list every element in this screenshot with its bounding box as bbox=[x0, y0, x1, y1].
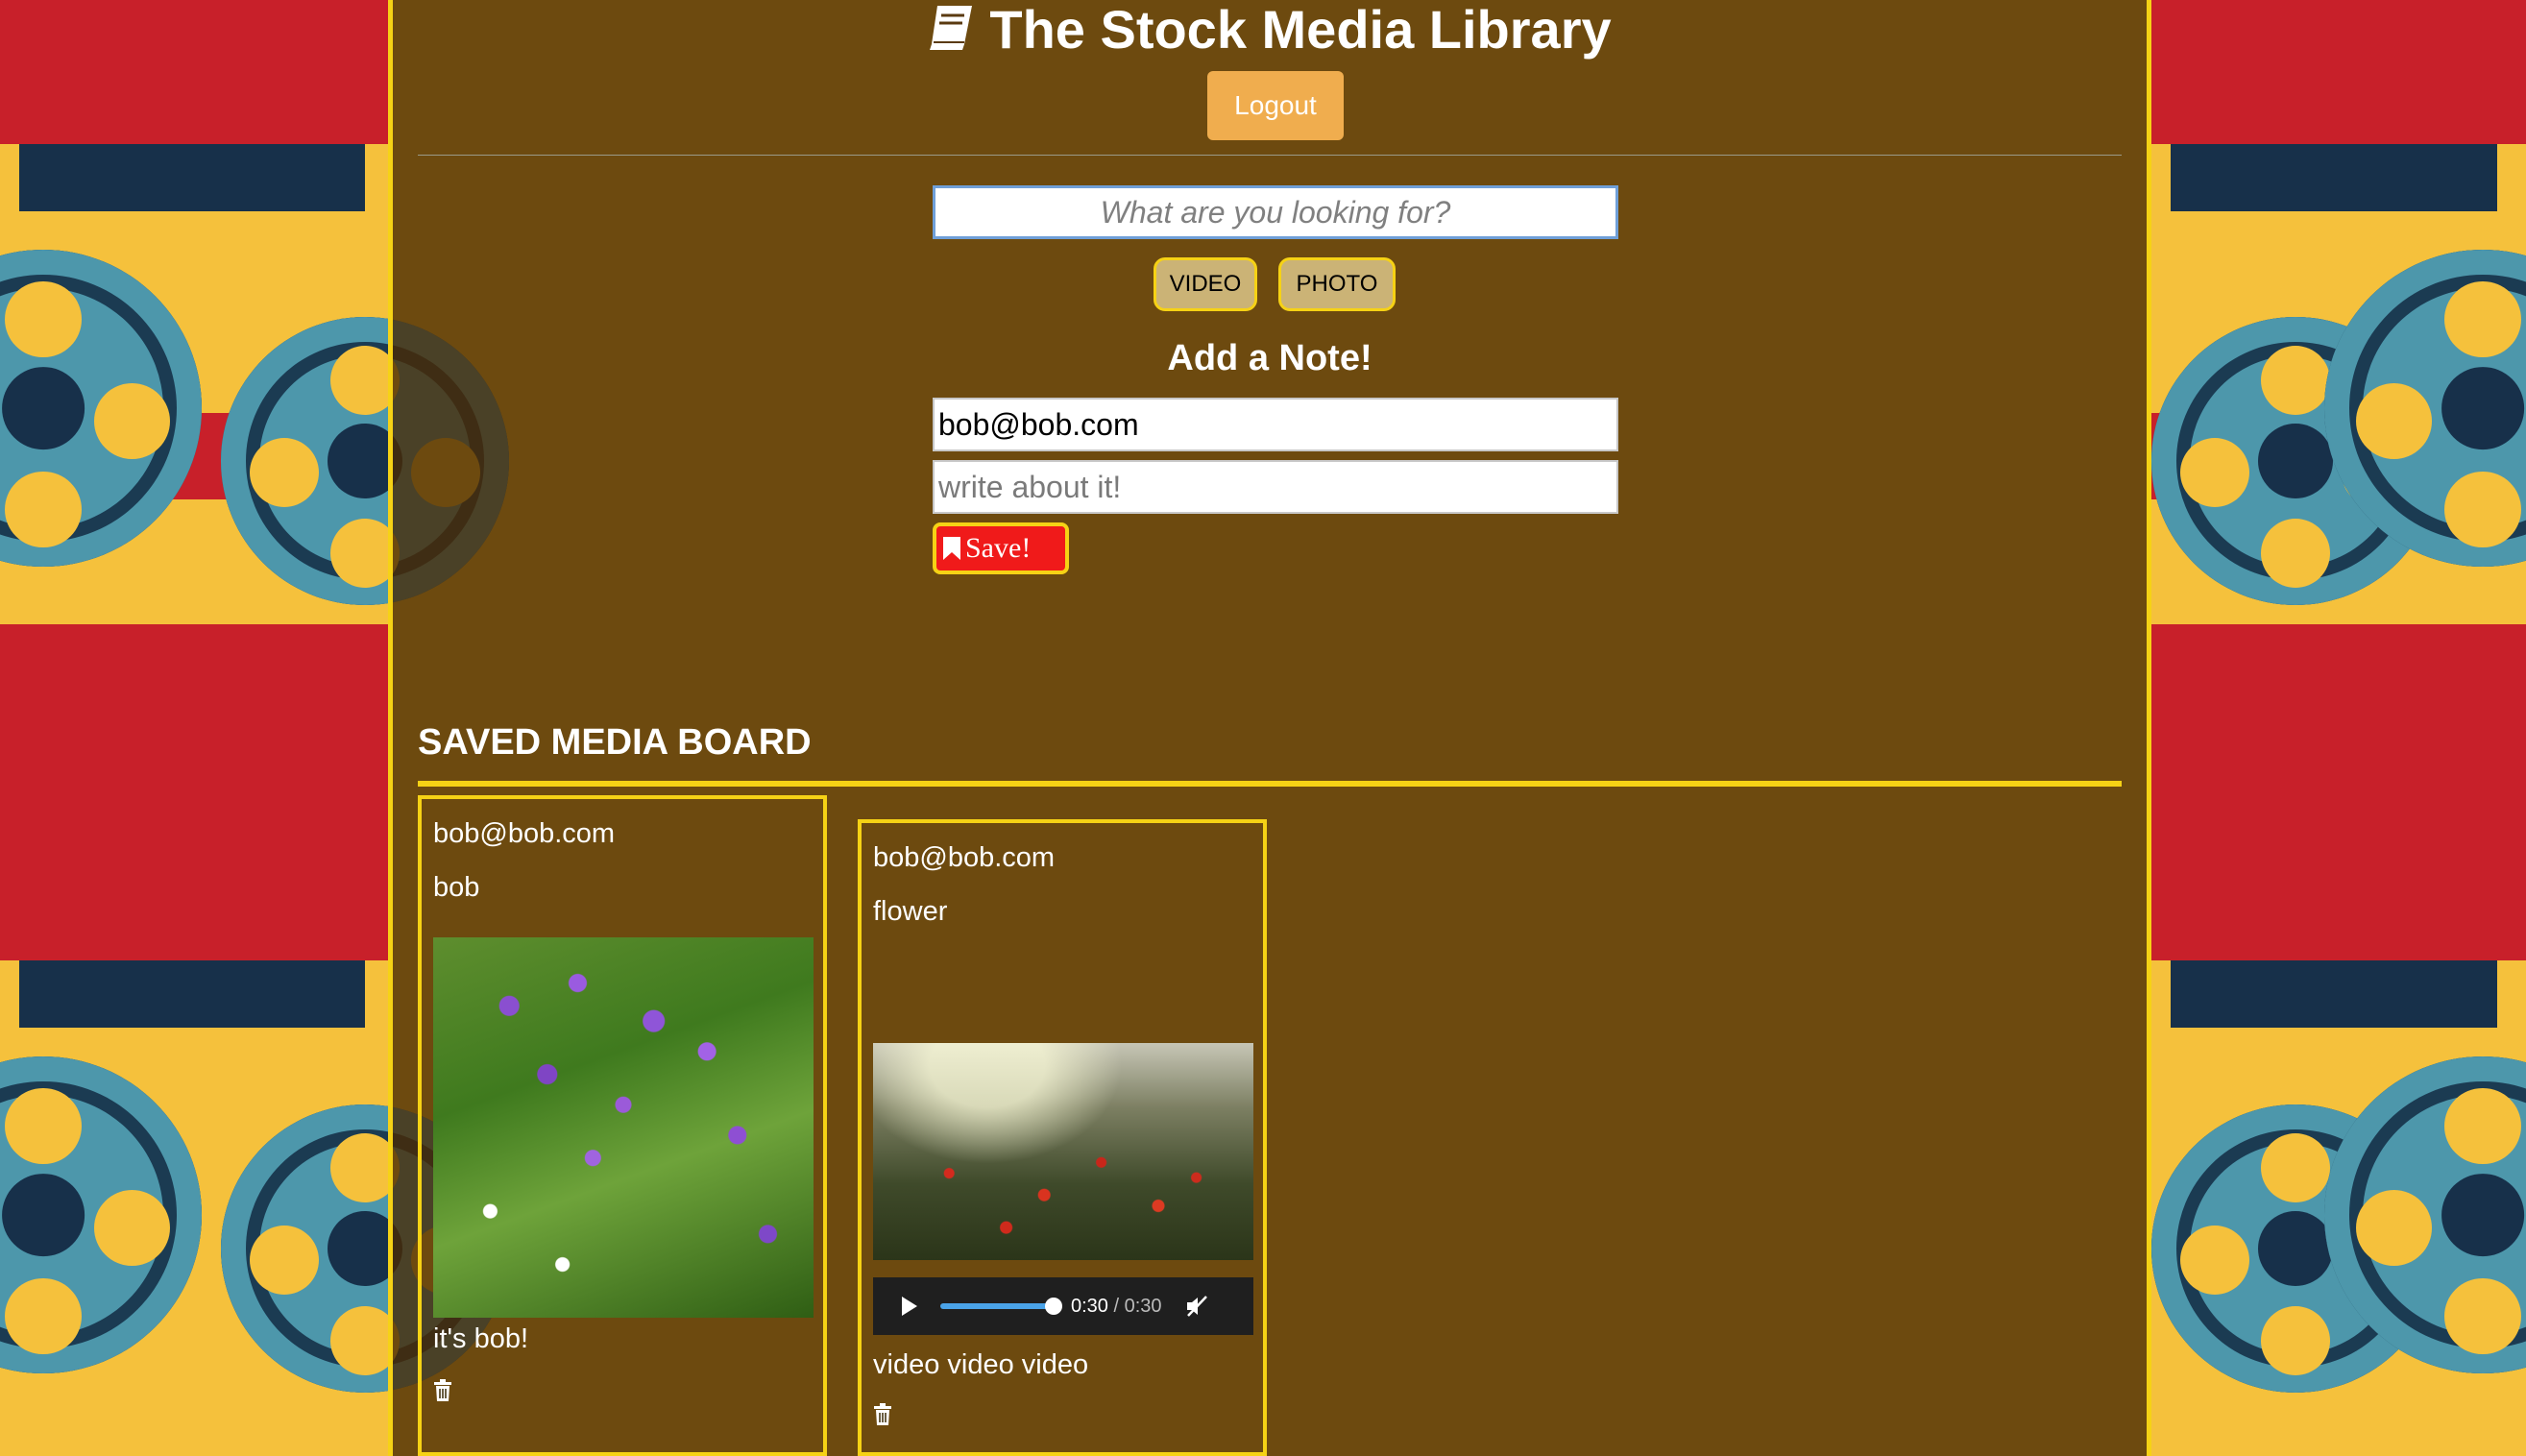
card-title: bob bbox=[433, 872, 480, 903]
email-field[interactable] bbox=[933, 398, 1618, 451]
photo-filter-button[interactable]: PHOTO bbox=[1278, 257, 1396, 311]
book-icon bbox=[930, 6, 973, 50]
page-title-text: The Stock Media Library bbox=[989, 0, 1612, 60]
video-controls: 0:30 / 0:30 bbox=[873, 1277, 1253, 1335]
trash-icon[interactable] bbox=[433, 1379, 452, 1402]
time-display: 0:30 / 0:30 bbox=[1071, 1296, 1162, 1318]
saved-board-title: SAVED MEDIA BOARD bbox=[418, 722, 812, 763]
card-note: video video video bbox=[873, 1349, 1089, 1380]
bookmark-icon bbox=[943, 537, 960, 560]
video-player[interactable] bbox=[873, 1043, 1253, 1260]
save-button-label: Save! bbox=[965, 532, 1032, 564]
current-time: 0:30 bbox=[1071, 1295, 1108, 1317]
page-title: The Stock Media Library bbox=[393, 0, 2147, 60]
seek-slider[interactable] bbox=[940, 1298, 1062, 1315]
play-icon[interactable] bbox=[902, 1297, 917, 1316]
add-note-heading: Add a Note! bbox=[1167, 338, 1372, 378]
main-column: The Stock Media Library Logout VIDEO PHO… bbox=[388, 0, 2151, 1456]
trash-icon[interactable] bbox=[873, 1403, 892, 1426]
note-field[interactable] bbox=[933, 460, 1618, 514]
seek-knob[interactable] bbox=[1045, 1298, 1062, 1315]
card-user: bob@bob.com bbox=[873, 842, 1056, 873]
search-input[interactable] bbox=[933, 185, 1618, 239]
header-divider bbox=[418, 155, 2122, 156]
card-title: flower bbox=[873, 896, 948, 927]
media-card: bob@bob.com flower 0:30 / 0:30 video vid… bbox=[858, 819, 1267, 1456]
flower-photo bbox=[433, 937, 814, 1318]
logout-button[interactable]: Logout bbox=[1207, 71, 1344, 140]
media-card: bob@bob.com bob it's bob! bbox=[418, 795, 827, 1456]
mute-icon[interactable] bbox=[1185, 1295, 1210, 1318]
card-user: bob@bob.com bbox=[433, 818, 616, 849]
card-note: it's bob! bbox=[433, 1323, 529, 1354]
board-divider bbox=[418, 781, 2122, 787]
video-filter-button[interactable]: VIDEO bbox=[1154, 257, 1257, 311]
save-button[interactable]: Save! bbox=[933, 522, 1069, 574]
duration: / 0:30 bbox=[1113, 1295, 1162, 1317]
